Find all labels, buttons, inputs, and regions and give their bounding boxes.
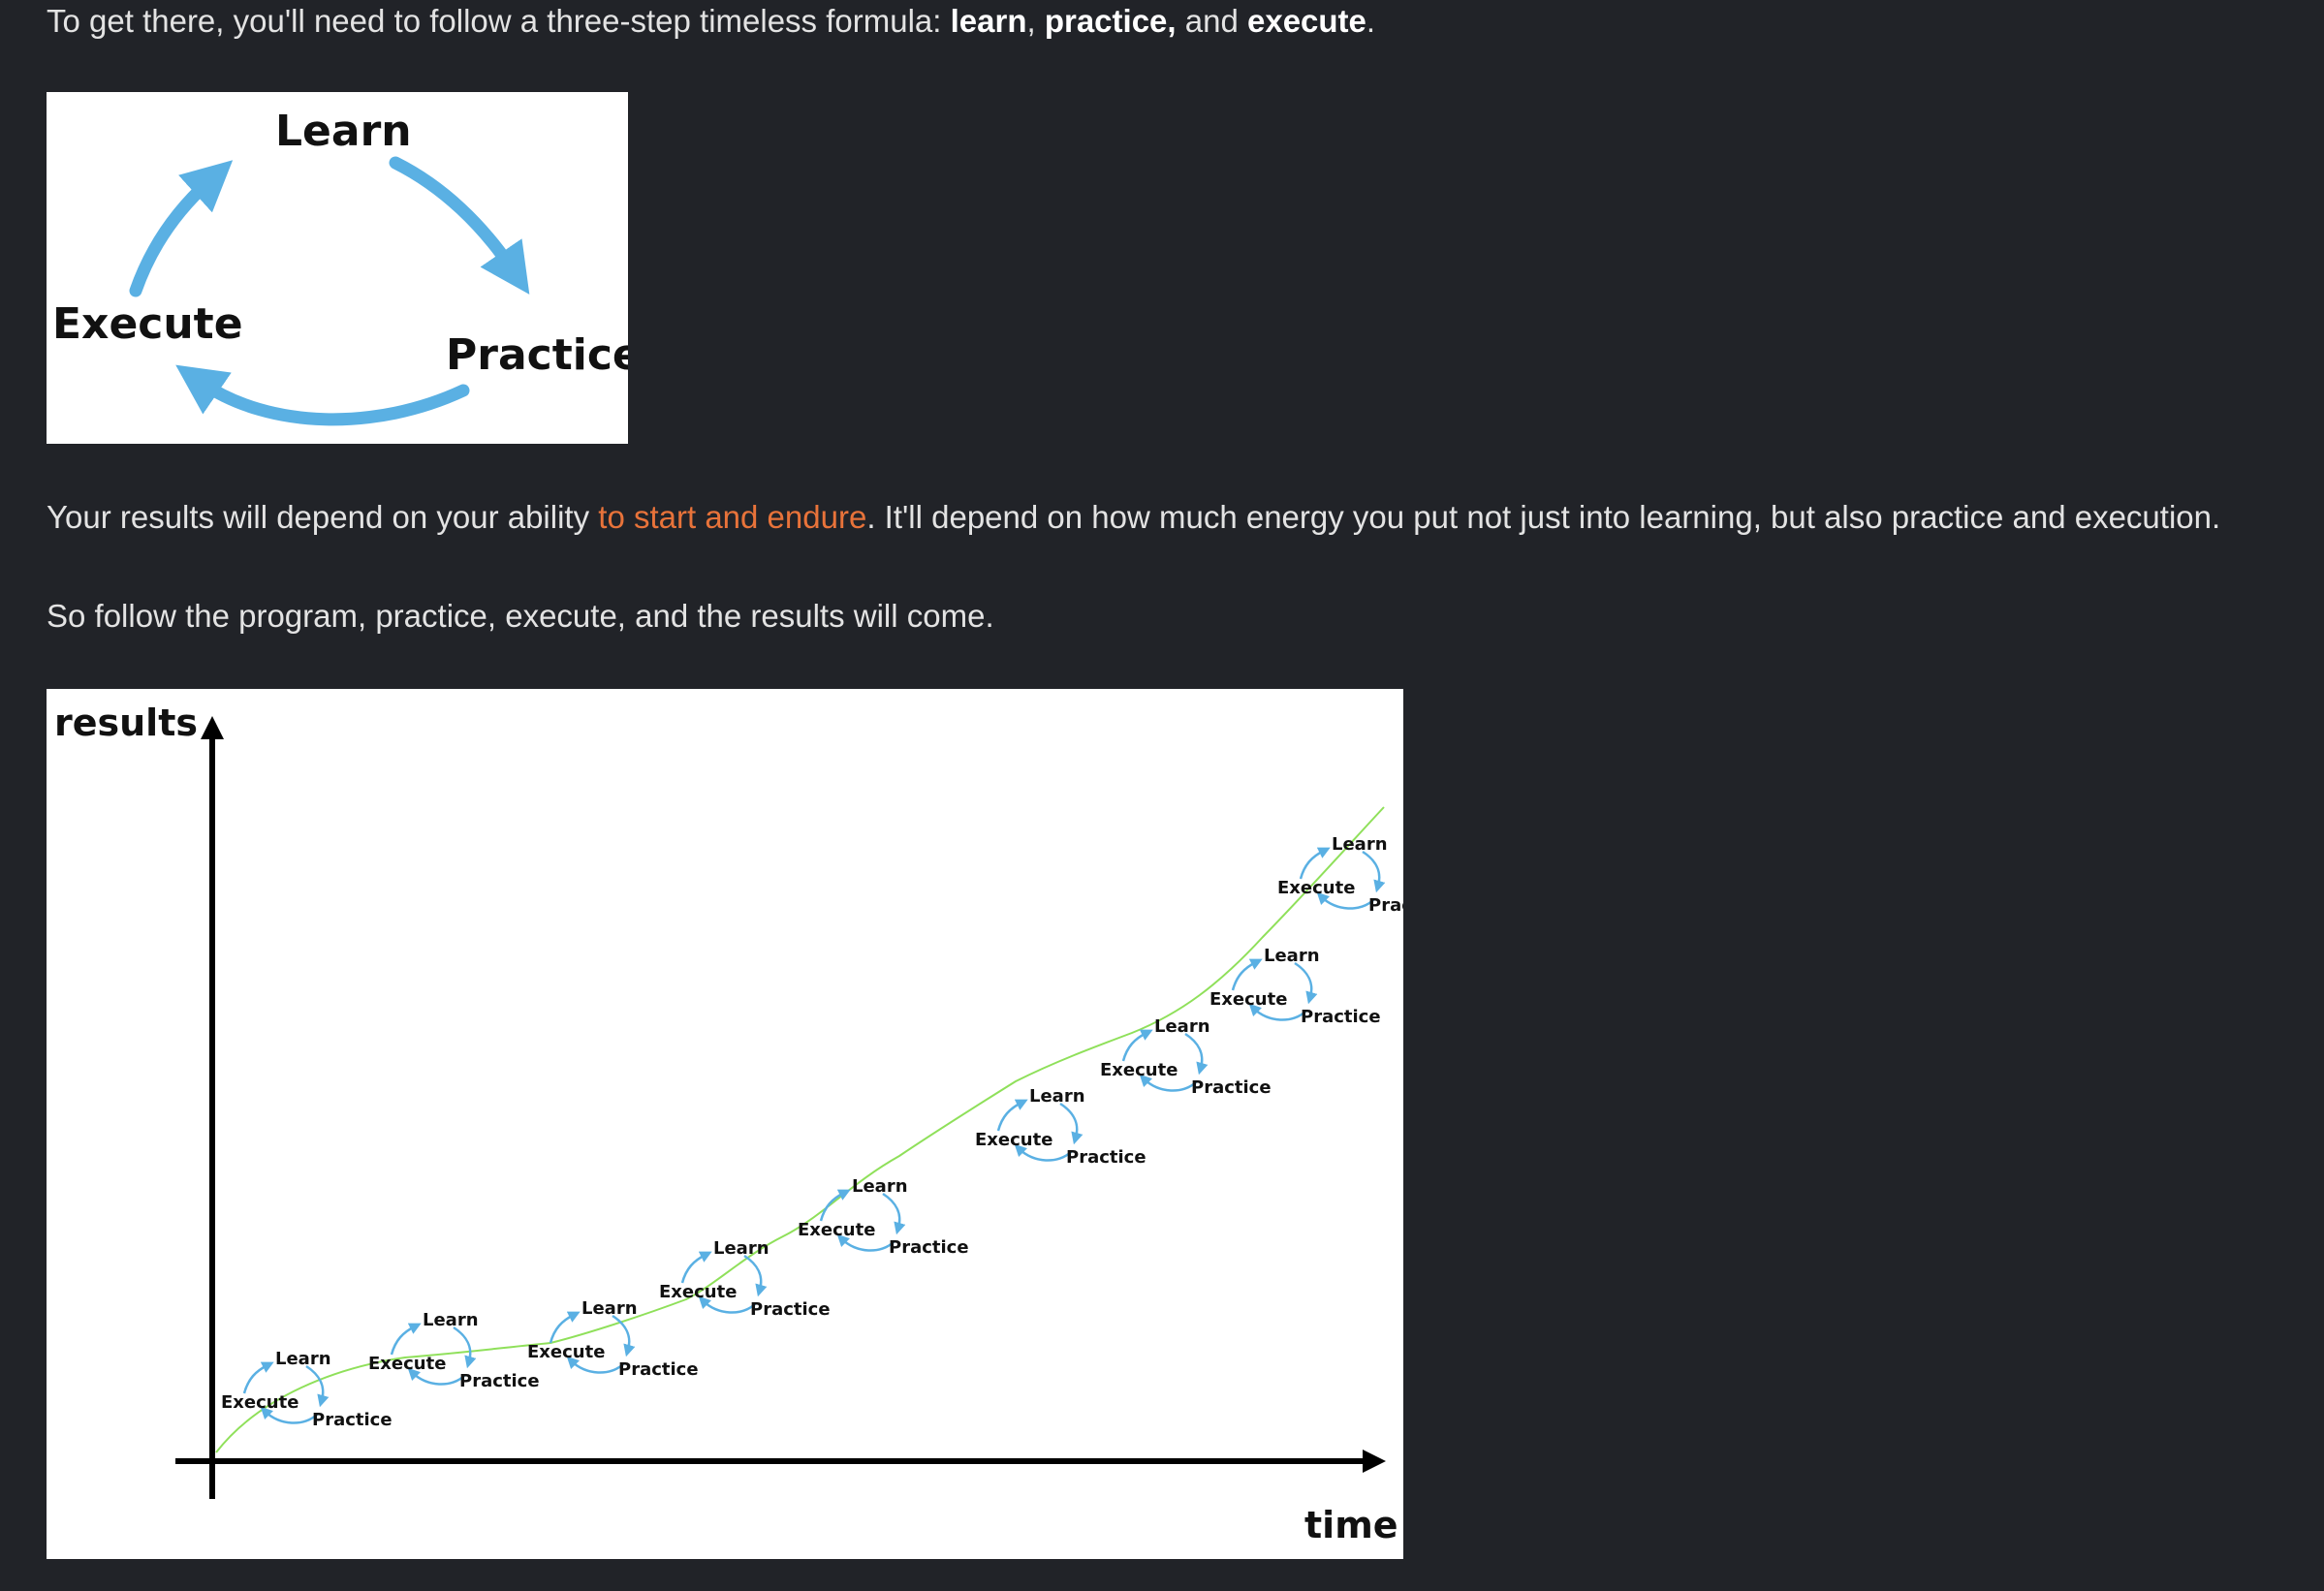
mini-label-practice: Practice — [1066, 1147, 1146, 1168]
mini-arrow-execute-to-learn — [242, 1361, 274, 1394]
mini-label-execute: Execute — [975, 1130, 1052, 1150]
mini-cycle: Learn Execute Practice — [1209, 946, 1381, 1027]
cycle-diagram-svg: Learn Execute Practice — [52, 107, 628, 426]
y-axis-label: results — [54, 702, 198, 744]
mini-arrow-execute-to-learn — [549, 1311, 581, 1344]
mini-label-execute: Execute — [1209, 989, 1287, 1010]
mini-arrow-learn-to-practice — [1184, 1032, 1209, 1076]
results-paragraph: Your results will depend on your ability… — [47, 496, 2220, 539]
results-prefix: Your results will depend on your ability — [47, 499, 599, 535]
mini-arrow-learn-to-practice — [1059, 1102, 1083, 1145]
mini-label-learn: Learn — [1332, 834, 1388, 855]
mini-arrow-learn-to-practice — [743, 1254, 768, 1297]
cycle-arrow-execute-to-learn — [129, 160, 234, 297]
mini-arrow-execute-to-learn — [996, 1099, 1028, 1132]
cycle-label-execute: Execute — [52, 299, 243, 349]
mini-label-learn: Learn — [275, 1349, 331, 1369]
mini-label-execute: Execute — [1100, 1060, 1178, 1080]
mini-label-learn: Learn — [423, 1310, 479, 1330]
mini-cycle: Learn Execute Practice — [527, 1298, 699, 1380]
mini-arrow-learn-to-practice — [1362, 850, 1386, 893]
mini-label-practice: Practice — [312, 1410, 393, 1430]
mini-arrow-practice-to-execute — [698, 1295, 757, 1314]
mini-cycle: Learn Execute Practice — [975, 1086, 1146, 1168]
start-and-endure-link[interactable]: to start and endure — [598, 499, 866, 535]
mini-label-execute: Execute — [527, 1342, 605, 1362]
mini-label-practice: Practice — [1368, 895, 1403, 916]
mini-arrow-practice-to-execute — [407, 1367, 466, 1386]
mini-label-learn: Learn — [852, 1176, 908, 1197]
mini-cycle: Learn Execute Practice — [798, 1176, 969, 1258]
x-axis-label: time — [1304, 1504, 1398, 1546]
mini-label-practice: Practice — [1191, 1077, 1272, 1098]
mini-arrow-practice-to-execute — [566, 1356, 625, 1374]
cycle-label-practice: Practice — [446, 330, 628, 380]
growth-diagram: results time Learn Execute Practice Learn Ex… — [47, 689, 1403, 1559]
mini-arrow-practice-to-execute — [1316, 891, 1375, 910]
intro-learn: learn — [950, 3, 1027, 39]
mini-arrow-execute-to-learn — [1121, 1029, 1153, 1062]
mini-arrow-practice-to-execute — [260, 1406, 319, 1424]
cycle-arrow-learn-to-practice — [389, 156, 530, 295]
results-suffix: . It'll depend on how much energy you pu… — [866, 499, 2221, 535]
intro-suffix: . — [1366, 3, 1376, 39]
intro-practice: practice, — [1044, 3, 1177, 39]
mini-label-learn: Learn — [1264, 946, 1320, 966]
mini-arrow-practice-to-execute — [1014, 1143, 1073, 1162]
mini-cycle: Learn Execute Practice — [368, 1310, 540, 1391]
cycle-label-learn: Learn — [275, 107, 412, 156]
mini-label-learn: Learn — [713, 1238, 769, 1259]
mini-arrow-learn-to-practice — [453, 1326, 477, 1369]
mini-label-practice: Practice — [1301, 1007, 1381, 1027]
intro-prefix: To get there, you'll need to follow a th… — [47, 3, 951, 39]
growth-diagram-svg: results time Learn Execute Practice Learn Ex… — [54, 702, 1403, 1546]
mini-arrow-learn-to-practice — [305, 1364, 330, 1408]
mini-cycle: Learn Execute Practice — [1277, 834, 1403, 916]
cycle-diagram: Learn Execute Practice — [47, 92, 628, 444]
follow-paragraph: So follow the program, practice, execute… — [47, 598, 994, 634]
cycle-arrow-practice-to-execute — [175, 364, 470, 426]
mini-arrow-practice-to-execute — [1139, 1074, 1198, 1092]
mini-arrow-execute-to-learn — [680, 1251, 712, 1284]
mini-label-learn: Learn — [1154, 1016, 1210, 1037]
intro-sep2: and — [1176, 3, 1247, 39]
mini-label-practice: Practice — [750, 1299, 831, 1320]
mini-cycle: Learn Execute Practice — [659, 1238, 831, 1320]
mini-label-execute: Execute — [798, 1220, 875, 1240]
mini-cycle: Learn Execute Practice — [1100, 1016, 1272, 1098]
mini-cycles: Learn Execute Practice Learn Execute Practice… — [221, 834, 1403, 1430]
intro-execute: execute — [1246, 3, 1366, 39]
mini-arrow-execute-to-learn — [390, 1323, 422, 1356]
mini-label-learn: Learn — [1029, 1086, 1085, 1107]
mini-arrow-learn-to-practice — [1294, 961, 1318, 1005]
mini-label-learn: Learn — [581, 1298, 638, 1319]
mini-cycle: Learn Execute Practice — [221, 1349, 393, 1430]
mini-label-execute: Execute — [368, 1354, 446, 1374]
mini-label-practice: Practice — [618, 1359, 699, 1380]
intro-paragraph: To get there, you'll need to follow a th… — [47, 0, 1375, 43]
mini-arrow-execute-to-learn — [1231, 958, 1263, 991]
mini-label-execute: Execute — [221, 1392, 298, 1413]
mini-label-execute: Execute — [1277, 878, 1355, 898]
mini-arrow-practice-to-execute — [1248, 1003, 1307, 1021]
mini-arrow-learn-to-practice — [882, 1192, 906, 1235]
intro-sep1: , — [1026, 3, 1045, 39]
mini-label-practice: Practice — [889, 1237, 969, 1258]
mini-label-practice: Practice — [459, 1371, 540, 1391]
mini-arrow-execute-to-learn — [1299, 847, 1331, 880]
mini-label-execute: Execute — [659, 1282, 737, 1302]
mini-arrow-practice-to-execute — [836, 1233, 895, 1252]
